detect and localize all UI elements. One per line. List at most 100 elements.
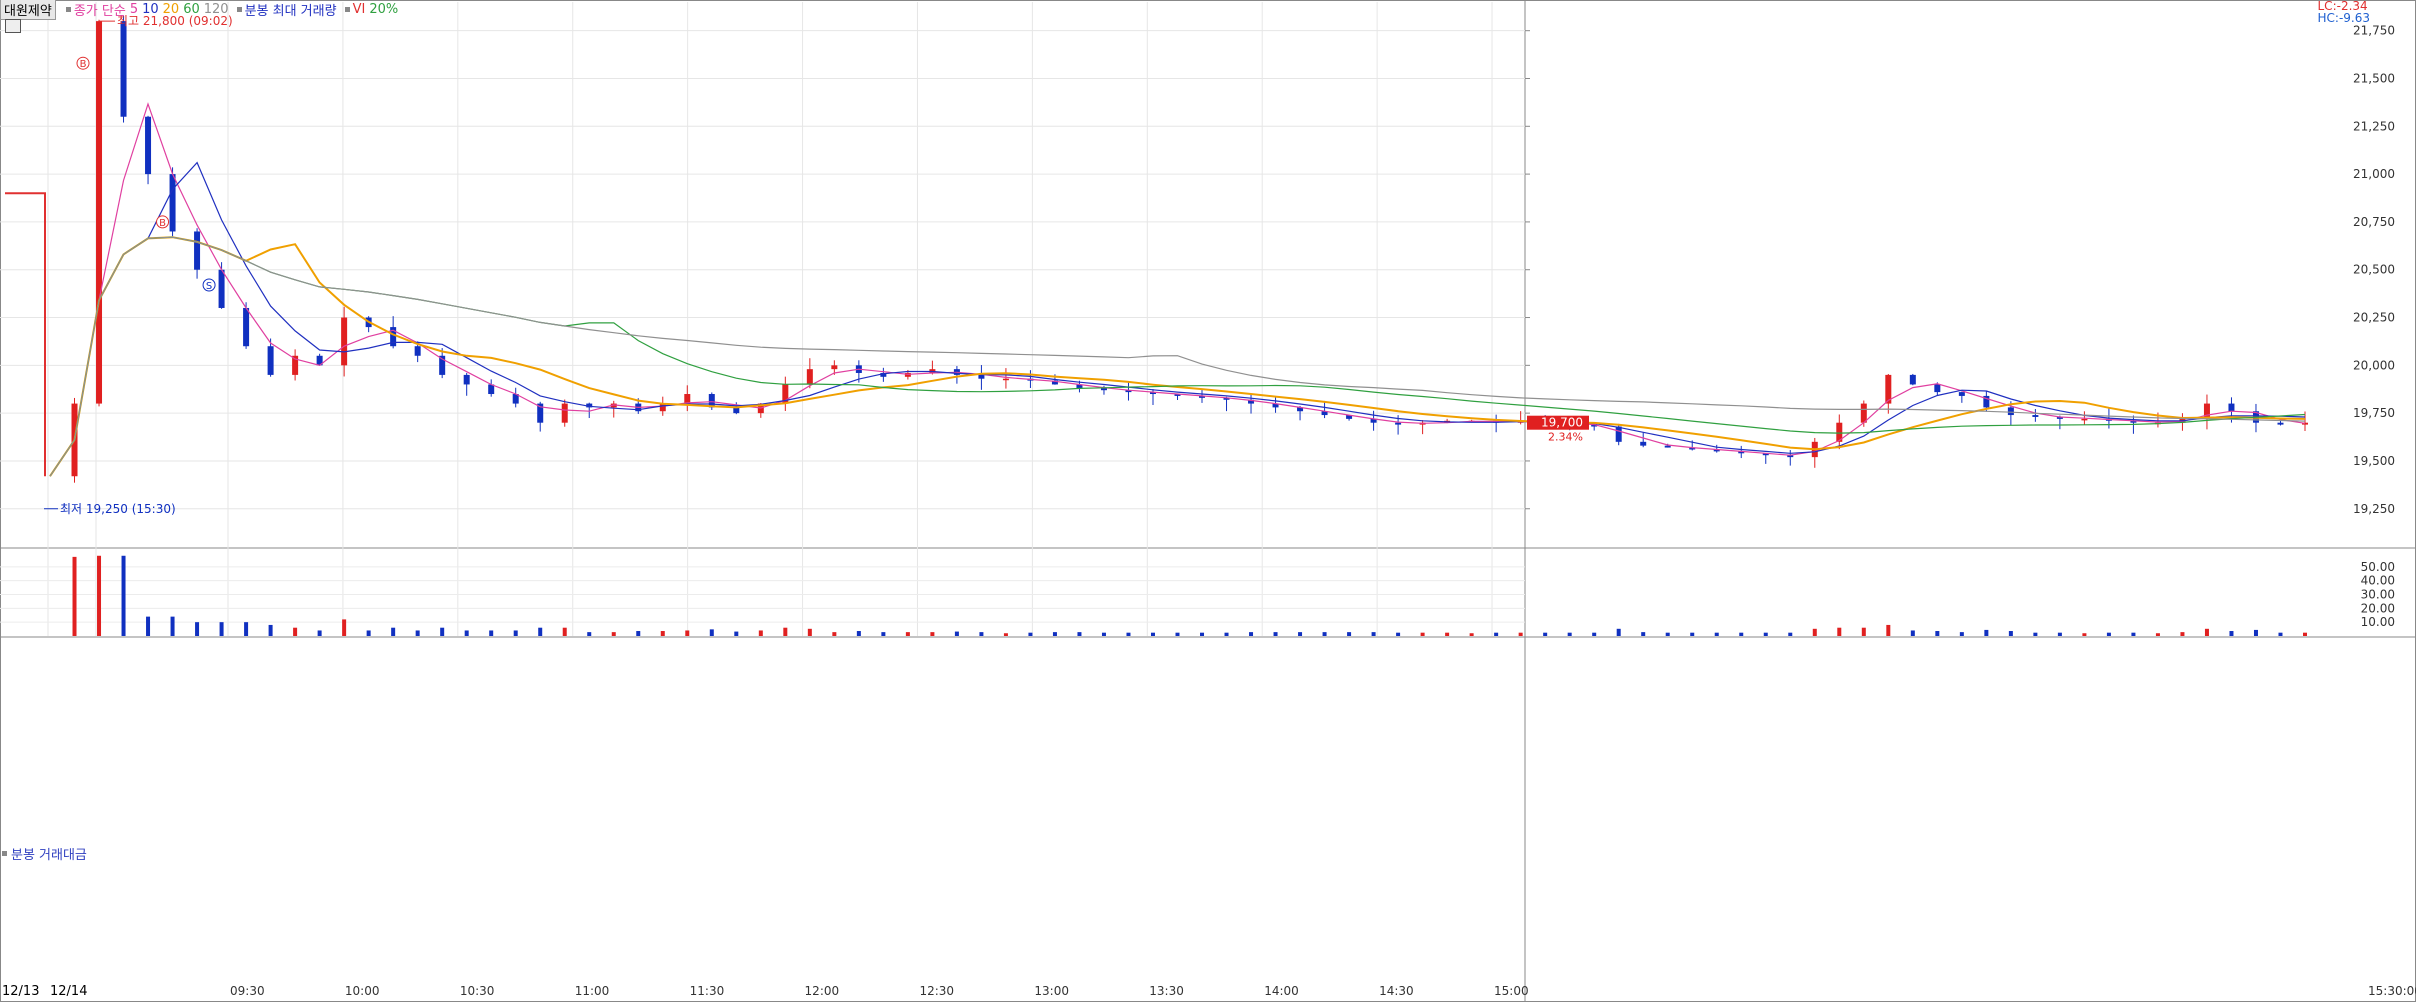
legend-max-volume[interactable]: 분봉 최대 거래량 — [245, 0, 337, 19]
volume-bars — [72, 555, 2307, 636]
volume-bar — [72, 556, 77, 636]
stock-name-tag[interactable]: 대원제약 — [0, 0, 56, 20]
volume-bar — [1249, 632, 1254, 636]
volume-bar — [1592, 632, 1597, 636]
ma-line-10 — [49, 161, 2306, 477]
legend-ma120[interactable]: 120 — [204, 2, 229, 17]
candle-body — [169, 174, 176, 232]
price-tick-label: 21,750 — [2353, 24, 2395, 38]
candle-body — [145, 116, 152, 175]
volume-legend: 분봉 거래대금 — [2, 844, 87, 863]
volume-bar — [170, 616, 175, 636]
candle-body — [463, 374, 470, 385]
volume-bar — [1543, 632, 1548, 636]
volume-bar — [1101, 632, 1106, 636]
legend-marker-icon — [65, 6, 71, 12]
volume-bar — [2229, 631, 2234, 636]
volume-bar — [317, 630, 322, 636]
price-tick-label: 20,750 — [2353, 215, 2395, 229]
volume-bar — [1518, 632, 1523, 636]
volume-bar — [244, 622, 249, 636]
volume-bar — [2278, 632, 2283, 636]
legend-ma20[interactable]: 20 — [163, 2, 180, 17]
candle-body — [120, 21, 127, 117]
chart-menu-icon[interactable] — [5, 19, 21, 33]
price-tick-label: 21,000 — [2353, 167, 2395, 181]
candle-body — [1934, 384, 1941, 393]
hc-label: HC:-9.63 — [2317, 11, 2371, 25]
volume-bar — [1003, 633, 1008, 636]
candle-body — [1909, 374, 1916, 385]
price-tick-label: 21,250 — [2353, 119, 2395, 133]
chart-stage: 21,750 21,500 21,250 21,000 20,750 20,500 20,2… — [0, 0, 2416, 1002]
volume-bar — [1690, 632, 1695, 636]
candle-body — [1100, 388, 1107, 391]
volume-title[interactable]: 분봉 거래대금 — [11, 844, 87, 863]
volume-bar — [1763, 632, 1768, 636]
volume-bar — [832, 632, 837, 636]
volume-bar — [807, 628, 812, 636]
volume-bar — [660, 631, 665, 636]
volume-tick-label: 20.00 — [2361, 601, 2395, 615]
volume-bar — [415, 630, 420, 636]
volume-bar — [2155, 633, 2160, 636]
volume-bar — [2057, 632, 2062, 636]
volume-bar — [268, 624, 273, 636]
volume-bar — [930, 632, 935, 636]
legend-ma60[interactable]: 60 — [183, 2, 200, 17]
volume-bar — [1396, 632, 1401, 636]
ma-line-60 — [49, 236, 2306, 477]
candle-body — [96, 21, 103, 404]
volume-bar — [366, 630, 371, 636]
date-tick-label: 12/13 — [2, 984, 39, 999]
candle-body — [1958, 392, 1965, 396]
chart-legend: 대원제약 종가 단순 5 10 20 60 120 분봉 최대 거래량 VI 2… — [0, 0, 402, 20]
volume-bar — [2253, 629, 2258, 636]
trade-marker-label: B — [159, 218, 166, 229]
trade-marker-label: S — [206, 281, 212, 292]
candle-body — [561, 403, 568, 423]
legend-ma-label[interactable]: 종가 단순 — [74, 0, 126, 19]
current-price-label: 19,700 — [1541, 416, 1583, 430]
volume-bar — [856, 631, 861, 636]
date-tick-label: 12/14 — [50, 984, 87, 999]
legend-marker-icon — [236, 6, 242, 12]
volume-bar — [391, 627, 396, 636]
time-tick-label: 09:30 — [230, 984, 265, 998]
volume-bar — [734, 631, 739, 636]
volume-bar — [1445, 632, 1450, 636]
volume-bar — [2106, 632, 2111, 636]
chart-frame — [0, 0, 2416, 1002]
volume-bar — [195, 622, 200, 636]
volume-bar — [1714, 632, 1719, 636]
volume-bar — [1935, 631, 1940, 636]
legend-vi-value[interactable]: 20% — [369, 2, 398, 17]
volume-bar — [1347, 632, 1352, 636]
candle-body — [1664, 445, 1671, 448]
volume-bar — [1739, 632, 1744, 636]
stock-chart[interactable]: 21,750 21,500 21,250 21,000 20,750 20,500 20,2… — [0, 0, 2416, 1002]
candle-body — [1002, 378, 1009, 381]
volume-bar — [513, 630, 518, 636]
candle-body — [1395, 422, 1402, 425]
legend-ma5[interactable]: 5 — [130, 2, 138, 17]
volume-bar — [1420, 632, 1425, 636]
candle-body — [341, 317, 348, 366]
price-tick-label: 20,000 — [2353, 358, 2395, 372]
volume-bar — [1322, 632, 1327, 636]
volume-bar — [611, 632, 616, 636]
ma-line-120 — [49, 236, 2306, 477]
volume-bar — [1126, 632, 1131, 636]
volume-bar — [1052, 632, 1057, 636]
candle-body — [1615, 426, 1622, 442]
volume-bar — [1788, 632, 1793, 636]
volume-bar — [587, 632, 592, 636]
legend-ma10[interactable]: 10 — [142, 2, 159, 17]
volume-bar — [709, 629, 714, 636]
volume-bar — [1371, 632, 1376, 636]
legend-vi[interactable]: VI — [353, 2, 366, 17]
volume-bar — [954, 631, 959, 636]
volume-bar — [1273, 632, 1278, 636]
volume-bar — [464, 630, 469, 636]
volume-bar — [2303, 632, 2307, 636]
